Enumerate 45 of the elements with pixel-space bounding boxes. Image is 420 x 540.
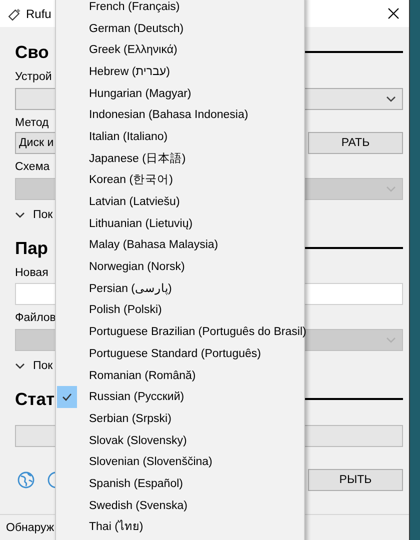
menu-item[interactable]: Slovak (Slovensky) [56, 430, 304, 452]
menu-item[interactable]: Hungarian (Magyar) [56, 82, 304, 104]
chevron-down-icon [386, 337, 396, 343]
field-label: Новая [15, 266, 48, 281]
close-button[interactable]: РЫТЬ [308, 468, 403, 490]
field-label: Схема [15, 160, 50, 175]
menu-item[interactable]: Norwegian (Norsk) [56, 256, 304, 278]
chevron-down-icon [386, 186, 396, 192]
menu-item[interactable]: Serbian (Srpski) [56, 408, 304, 430]
section-heading: Сво [15, 42, 49, 62]
menu-item[interactable]: Greek (Ελληνικά) [56, 39, 304, 62]
section-heading: Пар [15, 238, 48, 258]
field-label: Устрой [15, 70, 52, 85]
field-label: Метод [15, 116, 49, 131]
section-heading: Стат [15, 388, 55, 410]
field-label: Файлов [15, 311, 56, 326]
menu-item[interactable]: German (Deutsch) [56, 18, 304, 40]
menu-item[interactable]: Italian (Italiano) [56, 126, 304, 148]
menu-item[interactable]: Romanian (Română) [56, 364, 304, 386]
menu-item[interactable]: Portuguese Brazilian (Português do Brasil) [56, 321, 304, 343]
window-title: Rufu [26, 6, 52, 20]
menu-item[interactable]: Hebrew (עברית) [56, 61, 304, 83]
select-button[interactable]: РАТЬ [308, 132, 403, 154]
menu-item[interactable]: Japanese (日本語) [56, 148, 304, 170]
menu-item[interactable]: Swedish (Svenska) [56, 494, 304, 516]
expander-toggle[interactable]: Пок [33, 209, 53, 221]
menu-item[interactable]: Thai (ไทย) [56, 516, 304, 538]
menu-item[interactable]: French (Français) [56, 0, 304, 18]
menu-item[interactable]: Latvian (Latviešu) [56, 191, 304, 213]
chevron-down-icon [15, 212, 25, 218]
expander-toggle[interactable]: Пок [33, 360, 53, 372]
menu-item[interactable]: Portuguese Standard (Português) [56, 343, 304, 365]
menu-item[interactable]: Persian (پارسی) [56, 278, 304, 300]
globe-icon[interactable] [17, 470, 35, 488]
menu-item[interactable]: Malay (Bahasa Malaysia) [56, 234, 304, 256]
menu-item[interactable]: Indonesian (Bahasa Indonesia) [56, 104, 304, 126]
menu-item[interactable]: Korean (한국어) [56, 170, 304, 192]
close-icon[interactable] [388, 8, 399, 19]
menu-item[interactable]: Russian (Русский) [56, 386, 304, 408]
menu-item[interactable]: Lithuanian (Lietuvių) [56, 212, 304, 235]
menu-item[interactable]: Spanish (Español) [56, 473, 304, 495]
chevron-down-icon [15, 363, 25, 369]
chevron-down-icon [386, 96, 396, 102]
menu-item[interactable]: Polish (Polski) [56, 300, 304, 322]
menu-item[interactable]: Slovenian (Slovenščina) [56, 451, 304, 474]
